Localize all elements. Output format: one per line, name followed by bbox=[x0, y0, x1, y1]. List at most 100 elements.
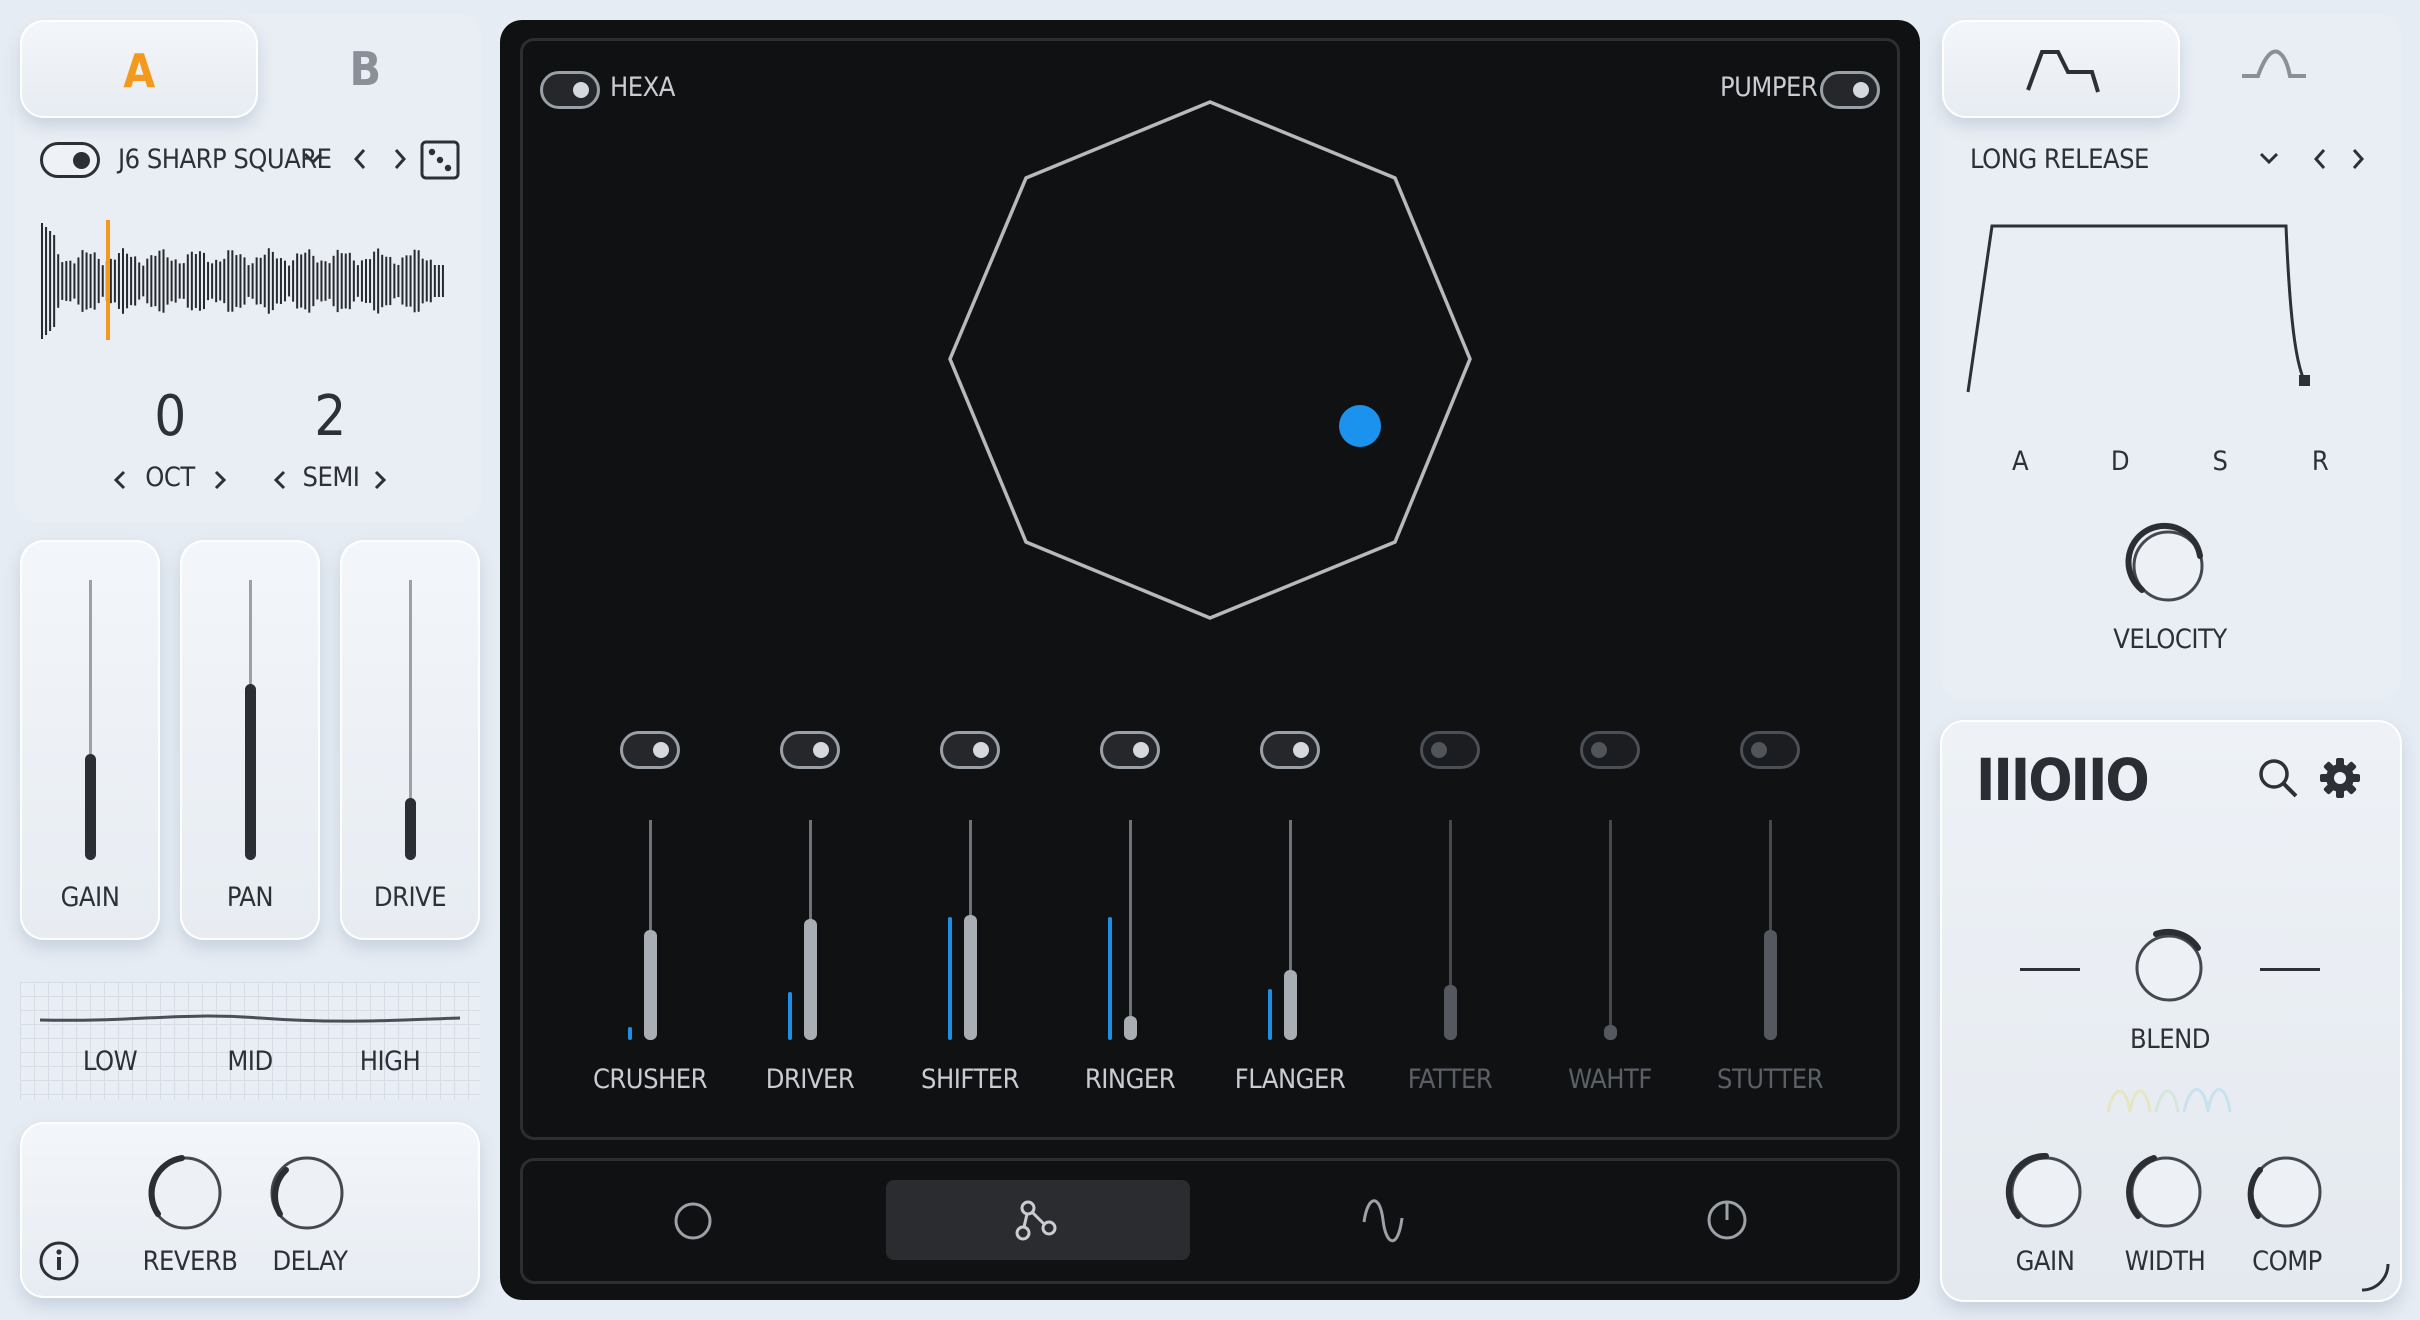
effect-toggle[interactable] bbox=[1420, 731, 1480, 769]
oct-down-icon[interactable] bbox=[112, 468, 128, 496]
effect-mod-indicator bbox=[628, 1027, 632, 1040]
playhead-marker[interactable] bbox=[106, 220, 110, 340]
oscillator-toggle[interactable] bbox=[40, 142, 100, 178]
random-dice-icon[interactable] bbox=[420, 140, 460, 184]
fader-label: DRIVE bbox=[373, 882, 447, 913]
reverb-knob[interactable] bbox=[140, 1148, 230, 1242]
output-comp-label: COMP bbox=[2252, 1246, 2322, 1277]
blend-label: BLEND bbox=[2130, 1024, 2210, 1055]
fader-card-1[interactable]: PAN bbox=[180, 540, 320, 940]
effect-label: SHIFTER bbox=[921, 1064, 1019, 1095]
effect-toggle[interactable] bbox=[1580, 731, 1640, 769]
effect-toggle[interactable] bbox=[1260, 731, 1320, 769]
semi-value: 2 bbox=[314, 384, 346, 449]
effect-fader-track[interactable] bbox=[1129, 820, 1132, 1040]
effect-label: FATTER bbox=[1407, 1064, 1493, 1095]
eq-mid-label: MID bbox=[227, 1046, 273, 1077]
effect-fader-track[interactable] bbox=[1609, 820, 1612, 1040]
reverb-label: REVERB bbox=[142, 1246, 238, 1277]
preset-name[interactable]: J6 SHARP SQUARE bbox=[118, 144, 332, 175]
effect-label: DRIVER bbox=[765, 1064, 855, 1095]
effect-mod-indicator bbox=[1268, 989, 1272, 1040]
effect-label: WAHTF bbox=[1568, 1064, 1652, 1095]
oct-up-icon[interactable] bbox=[212, 468, 228, 496]
env-d-label: D bbox=[2110, 446, 2130, 477]
env-a-label: A bbox=[2011, 446, 2029, 477]
output-gain-knob[interactable] bbox=[2000, 1146, 2092, 1242]
nav-circle-icon[interactable] bbox=[672, 1200, 714, 1246]
lfo-shape-icon bbox=[2242, 49, 2306, 78]
resize-handle-icon[interactable] bbox=[2358, 1260, 2392, 1298]
preset-next-icon[interactable] bbox=[392, 146, 408, 176]
preset-prev-icon[interactable] bbox=[352, 146, 368, 176]
output-comp-knob[interactable] bbox=[2240, 1146, 2332, 1242]
delay-knob[interactable] bbox=[262, 1148, 352, 1242]
output-width-knob[interactable] bbox=[2120, 1146, 2212, 1242]
semi-up-icon[interactable] bbox=[372, 468, 388, 496]
velocity-knob[interactable] bbox=[2122, 520, 2214, 616]
envelope-dropdown-icon[interactable] bbox=[2258, 150, 2280, 170]
info-icon[interactable] bbox=[38, 1240, 80, 1286]
effect-label: STUTTER bbox=[1717, 1064, 1823, 1095]
nav-sine-icon[interactable] bbox=[1358, 1196, 1408, 1250]
effect-fader-fill[interactable] bbox=[1604, 1025, 1617, 1040]
tab-envelope-adsr[interactable] bbox=[1942, 20, 2180, 118]
effect-mod-indicator bbox=[788, 992, 792, 1040]
eq-high-label: HIGH bbox=[359, 1046, 421, 1077]
effect-label: FLANGER bbox=[1234, 1064, 1346, 1095]
effect-fader-fill[interactable] bbox=[1124, 1016, 1137, 1040]
effect-label: RINGER bbox=[1084, 1064, 1176, 1095]
gear-icon[interactable] bbox=[2318, 756, 2362, 804]
nav-nodes-icon[interactable] bbox=[1014, 1198, 1060, 1248]
effect-fader-fill[interactable] bbox=[964, 915, 977, 1040]
envelope-graph[interactable] bbox=[1960, 212, 2320, 412]
effect-fader-fill[interactable] bbox=[1764, 930, 1777, 1040]
tab-envelope-lfo[interactable] bbox=[2236, 42, 2316, 96]
oct-label: OCT bbox=[145, 462, 195, 493]
brand-logo: IIIOIIO bbox=[1976, 746, 2150, 814]
fader-label: PAN bbox=[226, 882, 274, 913]
fader-fill[interactable] bbox=[245, 684, 256, 860]
preset-dropdown-icon[interactable] bbox=[302, 150, 324, 170]
fader-card-0[interactable]: GAIN bbox=[20, 540, 160, 940]
effect-toggle[interactable] bbox=[940, 731, 1000, 769]
blend-knob[interactable] bbox=[2126, 920, 2212, 1010]
pumper-toggle[interactable] bbox=[1820, 71, 1880, 109]
xy-pad[interactable] bbox=[940, 96, 1480, 626]
effect-fader-fill[interactable] bbox=[1444, 985, 1457, 1040]
eq-display[interactable] bbox=[20, 982, 480, 1100]
tab-b[interactable]: B bbox=[300, 42, 430, 96]
fader-card-2[interactable]: DRIVE bbox=[340, 540, 480, 940]
output-width-label: WIDTH bbox=[2124, 1246, 2206, 1277]
effect-label: CRUSHER bbox=[592, 1064, 708, 1095]
effect-toggle[interactable] bbox=[620, 731, 680, 769]
envelope-prev-icon[interactable] bbox=[2312, 146, 2328, 176]
fader-fill[interactable] bbox=[85, 754, 96, 860]
search-icon[interactable] bbox=[2256, 756, 2300, 804]
semi-down-icon[interactable] bbox=[272, 468, 288, 496]
nav-timer-icon[interactable] bbox=[1705, 1198, 1749, 1246]
oct-value: 0 bbox=[154, 384, 186, 449]
effect-toggle[interactable] bbox=[780, 731, 840, 769]
effect-fader-fill[interactable] bbox=[644, 930, 657, 1040]
xy-pad-cursor[interactable] bbox=[1339, 405, 1381, 447]
tab-a-label: A bbox=[123, 44, 155, 98]
blend-right-line bbox=[2260, 968, 2320, 971]
velocity-label: VELOCITY bbox=[2113, 624, 2227, 655]
envelope-next-icon[interactable] bbox=[2350, 146, 2366, 176]
effect-fader-fill[interactable] bbox=[1284, 970, 1297, 1040]
semi-label: SEMI bbox=[302, 462, 360, 493]
effects-nav-bar bbox=[520, 1158, 1900, 1284]
fader-label: GAIN bbox=[60, 882, 120, 913]
effect-mod-indicator bbox=[948, 917, 952, 1040]
hexa-toggle[interactable] bbox=[540, 71, 600, 109]
tab-a[interactable]: A bbox=[20, 20, 258, 118]
hexa-label: HEXA bbox=[610, 72, 675, 103]
effect-toggle[interactable] bbox=[1100, 731, 1160, 769]
waveform-display[interactable] bbox=[38, 218, 458, 344]
fader-fill[interactable] bbox=[405, 798, 416, 860]
envelope-preset-name[interactable]: LONG RELEASE bbox=[1970, 144, 2149, 175]
env-r-label: R bbox=[2311, 446, 2329, 477]
effect-fader-fill[interactable] bbox=[804, 919, 817, 1040]
effect-toggle[interactable] bbox=[1740, 731, 1800, 769]
